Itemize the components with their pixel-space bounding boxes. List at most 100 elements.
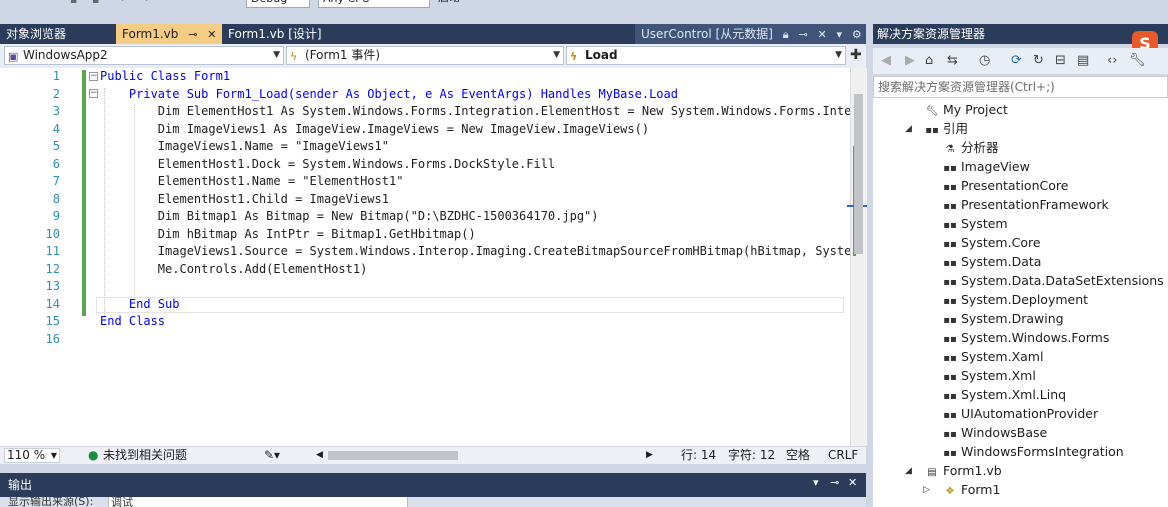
line-number: 3 [52, 104, 60, 118]
vertical-scrollbar[interactable] [847, 68, 867, 446]
back-icon[interactable]: ◀ [881, 53, 891, 68]
whitespace-indicator[interactable]: 空格 [786, 447, 810, 464]
tab-object-browser[interactable]: 对象浏览器 [0, 24, 116, 44]
forward-icon[interactable]: ▶ [905, 53, 915, 68]
tree-item-label: My Project [943, 102, 1008, 117]
main-toolbar: ▪ ▪ ↶ ↷ Debug Any CPU 启动 [0, 0, 1168, 8]
output-source-select[interactable]: 调试 [108, 497, 408, 507]
project-combo[interactable]: ▣ WindowsApp2 ▼ [4, 46, 284, 65]
scrollbar-thumb[interactable] [328, 451, 458, 460]
show-all-files-icon[interactable]: ▤ [1077, 53, 1089, 68]
tree-item-reference[interactable]: ▪▪ System.Data.DataSetExtensions [943, 272, 1164, 292]
output-source-label: 显示输出来源(S): [8, 497, 94, 507]
tree-item-reference[interactable]: ▪▪ WindowsBase [943, 424, 1047, 444]
gear-icon[interactable]: ⚙ [852, 25, 862, 45]
pin-icon[interactable]: ⊸ [798, 25, 807, 45]
tree-item-reference[interactable]: ▪▪ System.Xml [943, 367, 1036, 387]
platform-select[interactable]: Any CPU [318, 0, 430, 8]
tree-item-reference[interactable]: ▪▪ ImageView [943, 158, 1030, 178]
zoom-select[interactable]: 110 % ▼ [4, 448, 60, 463]
config-select[interactable]: Debug [246, 0, 310, 8]
reference-icon: ▪▪ [943, 182, 957, 193]
tree-item-my-project[interactable]: 🔧︎ My Project [925, 101, 1008, 121]
tree-item-reference[interactable]: ▪▪ System.Data [943, 253, 1041, 273]
pin-icon[interactable]: ⊸ [830, 476, 839, 489]
horizontal-scrollbar[interactable] [322, 451, 652, 460]
chevron-down-icon: ▼ [835, 50, 842, 60]
code-editor[interactable]: − − 1 2 3 4 6 5 7 8 9 10 11 12 13 14 15 … [0, 68, 850, 446]
close-icon[interactable]: ✕ [848, 476, 857, 489]
collapsed-icon[interactable]: ▷ [923, 481, 930, 499]
tree-item-label: System.Drawing [961, 311, 1064, 326]
tree-item-reference[interactable]: ▪▪ System.Windows.Forms [943, 329, 1109, 349]
code-line: Me.Controls.Add(ElementHost1) [100, 262, 368, 276]
code-line: Dim Bitmap1 As Bitmap = New Bitmap("D:\B… [100, 209, 599, 223]
tab-usercontrol-metadata[interactable]: UserControl [从元数据] 🔒︎ ⊸ ✕ ▾ ⚙ [635, 24, 866, 44]
reference-icon: ▪▪ [943, 372, 957, 383]
fold-toggle[interactable]: − [89, 89, 98, 98]
line-ending-indicator[interactable]: CRLF [828, 447, 858, 464]
history-icon[interactable]: ◷ [979, 53, 990, 68]
reference-icon: ▪▪ [943, 448, 957, 459]
issues-status[interactable]: 未找到相关问题 [103, 447, 187, 464]
scrollbar-thumb[interactable] [854, 94, 863, 254]
output-title: 输出 [8, 478, 33, 492]
expanded-icon[interactable]: ◢ [905, 120, 912, 138]
properties-icon[interactable]: 🔧︎ [1129, 53, 1146, 68]
chevron-down-icon[interactable]: ▾ [837, 25, 843, 45]
tree-item-label: PresentationCore [961, 178, 1069, 193]
reference-icon: ▪▪ [943, 315, 957, 326]
save-all-icon[interactable]: ▪ [92, 0, 104, 6]
object-combo[interactable]: ϟ (Form1 事件) ▼ [286, 46, 564, 65]
code-line: Dim ImageViews1 As ImageView.ImageViews … [100, 122, 650, 136]
start-button[interactable]: 启动 [434, 0, 482, 6]
check-circle-icon: ● [88, 448, 99, 462]
references-icon: ▪▪ [925, 125, 939, 136]
vb-project-icon: ▣ [8, 50, 19, 63]
tab-form1-designer[interactable]: Form1.vb [设计] [222, 24, 342, 44]
close-icon[interactable]: ✕ [207, 25, 216, 45]
tree-item-reference[interactable]: ▪▪ System.Xaml [943, 348, 1043, 368]
close-icon[interactable]: ✕ [817, 25, 826, 45]
char-indicator: 字符: 12 [728, 448, 776, 462]
tree-item-reference[interactable]: ▪▪ System.Xml.Linq [943, 386, 1066, 406]
home-icon[interactable]: ⌂ [925, 53, 933, 68]
tree-item-reference[interactable]: ▪▪ System.Core [943, 234, 1041, 254]
pin-icon[interactable]: ⊸ [188, 25, 197, 45]
reference-icon: ▪▪ [943, 334, 957, 345]
code-line: ElementHost1.Name = "ElementHost1" [100, 174, 404, 188]
tree-item-reference[interactable]: ▪▪ WindowsFormsIntegration [943, 443, 1123, 463]
view-code-icon[interactable]: ‹› [1107, 53, 1117, 68]
sync-icon[interactable]: ⟳ [1011, 53, 1022, 68]
tree-item-references[interactable]: ◢ ▪▪ 引用 [905, 120, 968, 140]
tree-item-label: System.Data.DataSetExtensions [961, 273, 1164, 288]
save-icon[interactable]: ▪ [70, 0, 82, 6]
fold-toggle[interactable]: − [89, 72, 98, 81]
method-combo[interactable]: ϟ Load ▼ [566, 46, 846, 65]
tree-item-label: System.Core [961, 235, 1041, 250]
brush-icon[interactable]: ✎▾ [264, 447, 280, 464]
switch-view-icon[interactable]: ⇆ [947, 53, 958, 68]
expanded-icon[interactable]: ◢ [905, 462, 912, 480]
output-toolbar: 显示输出来源(S): 调试 [0, 497, 866, 507]
tree-item-reference[interactable]: ▪▪ System.Drawing [943, 310, 1064, 330]
undo-icon[interactable]: ↶ [120, 0, 132, 6]
solution-search-input[interactable]: 搜索解决方案资源管理器(Ctrl+;) [873, 76, 1168, 98]
tree-item-form1-class[interactable]: ▷ ❖ Form1 [923, 481, 1000, 501]
collapse-all-icon[interactable]: ⊟ [1055, 53, 1066, 68]
editor-navigation-bar: ▣ WindowsApp2 ▼ ϟ (Form1 事件) ▼ ϟ Load ▼ … [0, 44, 866, 69]
refresh-icon[interactable]: ↻ [1033, 53, 1044, 68]
tree-item-reference[interactable]: ▪▪ UIAutomationProvider [943, 405, 1098, 425]
tab-form1-vb[interactable]: Form1.vb ⊸ ✕ [116, 24, 222, 44]
tree-item-reference[interactable]: ▪▪ System [943, 215, 1007, 235]
scroll-right-icon[interactable]: ▶ [646, 447, 653, 464]
tree-item-reference[interactable]: ▪▪ System.Deployment [943, 291, 1088, 311]
redo-icon[interactable]: ↷ [140, 0, 152, 6]
chevron-down-icon[interactable]: ▾ [813, 476, 819, 489]
tree-item-reference[interactable]: ▪▪ PresentationCore [943, 177, 1068, 197]
tree-item-form1-vb[interactable]: ◢ ▤ Form1.vb [905, 462, 1002, 482]
tree-item-reference[interactable]: ▪▪ PresentationFramework [943, 196, 1108, 216]
line-number: 16 [45, 332, 60, 346]
split-icon[interactable]: ✚ [850, 47, 862, 63]
tree-item-analyzers[interactable]: ⚗ 分析器 [943, 139, 999, 159]
